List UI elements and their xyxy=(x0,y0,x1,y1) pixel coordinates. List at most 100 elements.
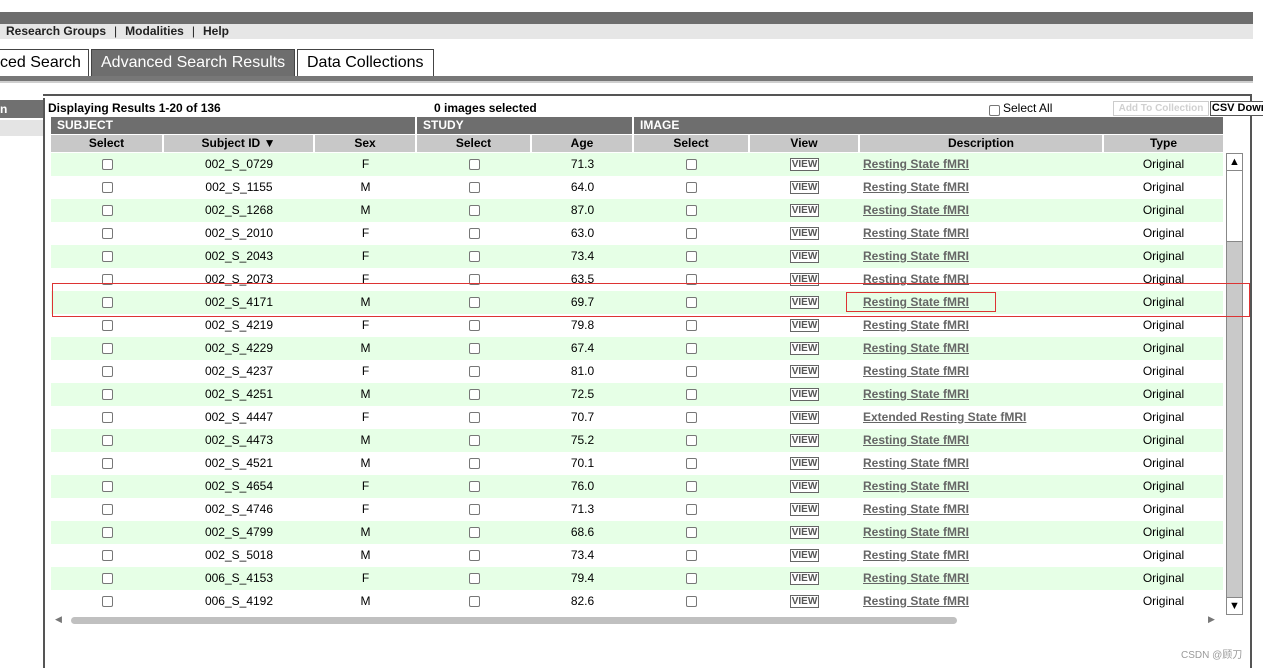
view-button[interactable]: VIEW xyxy=(789,250,820,264)
study-select-checkbox[interactable] xyxy=(468,550,480,562)
study-select-checkbox[interactable] xyxy=(468,205,480,217)
description-link[interactable]: Resting State fMRI xyxy=(863,318,969,332)
description-link[interactable]: Resting State fMRI xyxy=(863,525,969,539)
description-link[interactable]: Resting State fMRI xyxy=(863,203,969,217)
view-button[interactable]: VIEW xyxy=(789,526,820,540)
description-link[interactable]: Resting State fMRI xyxy=(863,341,969,355)
description-link[interactable]: Resting State fMRI xyxy=(863,548,969,562)
study-select-checkbox[interactable] xyxy=(468,435,480,447)
study-select-checkbox[interactable] xyxy=(468,527,480,539)
study-select-checkbox[interactable] xyxy=(468,596,480,608)
scroll-left-button[interactable]: ◀ xyxy=(55,614,62,625)
image-select-checkbox[interactable] xyxy=(686,366,697,378)
nav-research-groups[interactable]: Research Groups xyxy=(6,24,106,38)
description-link[interactable]: Resting State fMRI xyxy=(863,226,969,240)
description-link[interactable]: Resting State fMRI xyxy=(863,364,969,378)
col-header-sex[interactable]: Sex xyxy=(315,135,416,152)
study-select-checkbox[interactable] xyxy=(468,182,480,194)
view-button[interactable]: VIEW xyxy=(789,388,820,402)
subject-select-checkbox[interactable] xyxy=(101,504,113,516)
subject-select-checkbox[interactable] xyxy=(101,458,113,470)
horizontal-scroll-thumb[interactable] xyxy=(71,617,957,624)
subject-select-checkbox[interactable] xyxy=(101,435,113,447)
view-button[interactable]: VIEW xyxy=(789,549,820,563)
image-select-checkbox[interactable] xyxy=(686,596,697,608)
image-select-checkbox[interactable] xyxy=(686,550,697,562)
description-link[interactable]: Resting State fMRI xyxy=(863,594,969,608)
csv-download-button[interactable]: CSV Download xyxy=(1210,101,1263,116)
subject-select-checkbox[interactable] xyxy=(101,182,113,194)
image-select-checkbox[interactable] xyxy=(686,504,697,516)
col-header-description[interactable]: Description xyxy=(860,135,1103,152)
image-select-checkbox[interactable] xyxy=(686,320,697,332)
scroll-up-button[interactable]: ▲ xyxy=(1227,154,1242,171)
description-link[interactable]: Extended Resting State fMRI xyxy=(863,410,1026,424)
scroll-thumb[interactable] xyxy=(1227,171,1242,242)
view-button[interactable]: VIEW xyxy=(789,595,820,609)
subject-select-checkbox[interactable] xyxy=(101,412,113,424)
left-panel-row[interactable] xyxy=(0,120,43,136)
study-select-checkbox[interactable] xyxy=(468,481,480,493)
image-select-checkbox[interactable] xyxy=(686,573,697,585)
scroll-right-button[interactable]: ▶ xyxy=(1208,614,1215,625)
image-select-checkbox[interactable] xyxy=(686,435,697,447)
select-all[interactable]: Select All xyxy=(989,100,1052,117)
view-button[interactable]: VIEW xyxy=(789,411,820,425)
view-button[interactable]: VIEW xyxy=(789,158,820,172)
study-select-checkbox[interactable] xyxy=(468,251,480,263)
view-button[interactable]: VIEW xyxy=(789,181,820,195)
study-select-checkbox[interactable] xyxy=(468,228,480,240)
view-button[interactable]: VIEW xyxy=(789,365,820,379)
image-select-checkbox[interactable] xyxy=(686,159,697,171)
image-select-checkbox[interactable] xyxy=(686,481,697,493)
view-button[interactable]: VIEW xyxy=(789,227,820,241)
subject-select-checkbox[interactable] xyxy=(101,343,113,355)
scroll-down-button[interactable]: ▼ xyxy=(1227,597,1242,614)
subject-select-checkbox[interactable] xyxy=(101,596,113,608)
image-select-checkbox[interactable] xyxy=(686,182,697,194)
view-button[interactable]: VIEW xyxy=(789,434,820,448)
view-button[interactable]: VIEW xyxy=(789,319,820,333)
col-header-subject-id[interactable]: Subject ID ▼ xyxy=(164,135,314,152)
subject-select-checkbox[interactable] xyxy=(101,159,113,171)
subject-select-checkbox[interactable] xyxy=(101,389,113,401)
tab-data-collections[interactable]: Data Collections xyxy=(297,49,434,76)
description-link[interactable]: Resting State fMRI xyxy=(863,456,969,470)
study-select-checkbox[interactable] xyxy=(468,573,480,585)
subject-select-checkbox[interactable] xyxy=(101,205,113,217)
study-select-checkbox[interactable] xyxy=(468,366,480,378)
study-select-checkbox[interactable] xyxy=(468,389,480,401)
image-select-checkbox[interactable] xyxy=(686,343,697,355)
description-link[interactable]: Resting State fMRI xyxy=(863,157,969,171)
subject-select-checkbox[interactable] xyxy=(101,527,113,539)
description-link[interactable]: Resting State fMRI xyxy=(863,571,969,585)
study-select-checkbox[interactable] xyxy=(468,458,480,470)
view-button[interactable]: VIEW xyxy=(789,342,820,356)
description-link[interactable]: Resting State fMRI xyxy=(863,249,969,263)
nav-modalities[interactable]: Modalities xyxy=(125,24,184,38)
image-select-checkbox[interactable] xyxy=(686,251,697,263)
view-button[interactable]: VIEW xyxy=(789,572,820,586)
view-button[interactable]: VIEW xyxy=(789,204,820,218)
study-select-checkbox[interactable] xyxy=(468,343,480,355)
add-to-collection-button[interactable]: Add To Collection xyxy=(1113,101,1209,116)
image-select-checkbox[interactable] xyxy=(686,412,697,424)
horizontal-scrollbar[interactable]: ◀ ▶ xyxy=(51,614,1223,627)
subject-select-checkbox[interactable] xyxy=(101,481,113,493)
col-header-age[interactable]: Age xyxy=(532,135,633,152)
description-link[interactable]: Resting State fMRI xyxy=(863,180,969,194)
description-link[interactable]: Resting State fMRI xyxy=(863,387,969,401)
subject-select-checkbox[interactable] xyxy=(101,366,113,378)
study-select-checkbox[interactable] xyxy=(468,320,480,332)
image-select-checkbox[interactable] xyxy=(686,389,697,401)
study-select-checkbox[interactable] xyxy=(468,159,480,171)
study-select-checkbox[interactable] xyxy=(468,504,480,516)
vertical-scrollbar[interactable]: ▲ ▼ xyxy=(1226,153,1243,615)
view-button[interactable]: VIEW xyxy=(789,480,820,494)
subject-select-checkbox[interactable] xyxy=(101,320,113,332)
description-link[interactable]: Resting State fMRI xyxy=(863,479,969,493)
tab-advanced-search[interactable]: ced Search xyxy=(0,49,89,76)
subject-select-checkbox[interactable] xyxy=(101,550,113,562)
image-select-checkbox[interactable] xyxy=(686,228,697,240)
study-select-checkbox[interactable] xyxy=(468,412,480,424)
